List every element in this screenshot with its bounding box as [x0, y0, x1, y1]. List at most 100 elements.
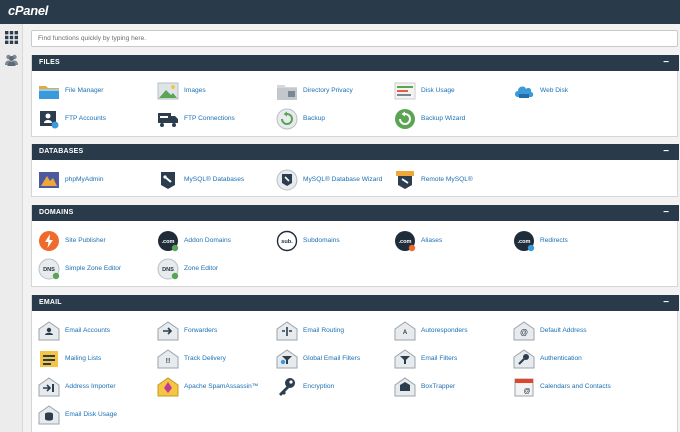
item-zone-editor[interactable]: DNS Zone Editor: [157, 258, 275, 280]
track-delivery-icon: !!: [157, 348, 179, 370]
ftp-user-icon: [38, 108, 60, 130]
item-label: Backup: [303, 115, 325, 122]
item-forwarders[interactable]: Forwarders: [157, 320, 275, 342]
item-addon-domains[interactable]: .com Addon Domains: [157, 230, 275, 252]
item-email-filters[interactable]: Email Filters: [394, 348, 512, 370]
item-email-disk-usage[interactable]: Email Disk Usage: [38, 404, 156, 426]
item-backup-wizard[interactable]: Backup Wizard: [394, 108, 512, 130]
sidebar: [0, 24, 23, 432]
item-phpmyadmin[interactable]: phpMyAdmin: [38, 169, 156, 191]
item-label: Images: [184, 87, 206, 94]
item-disk-usage[interactable]: Disk Usage: [394, 80, 512, 102]
section-title: DOMAINS: [39, 209, 74, 216]
item-label: Forwarders: [184, 327, 218, 334]
disk-usage-icon: [394, 80, 416, 102]
item-images[interactable]: Images: [157, 80, 275, 102]
section-header: DATABASES −: [32, 144, 679, 160]
item-address-importer[interactable]: Address Importer: [38, 376, 156, 398]
svg-text:!!: !!: [166, 358, 171, 365]
cpanel-logo[interactable]: cPanel: [8, 3, 48, 18]
item-label: FTP Connections: [184, 115, 235, 122]
item-aliases[interactable]: .com Aliases: [394, 230, 512, 252]
item-label: Email Disk Usage: [65, 411, 118, 418]
collapse-button[interactable]: −: [663, 146, 669, 158]
backup-wizard-icon: [394, 108, 416, 130]
cloud-icon: [513, 80, 535, 102]
item-autoresponders[interactable]: A Autoresponders: [394, 320, 512, 342]
item-label: Redirects: [540, 237, 568, 244]
dns-zone-icon: DNS: [157, 258, 179, 280]
item-label: File Manager: [65, 87, 104, 94]
item-email-routing[interactable]: Email Routing: [276, 320, 394, 342]
item-backup[interactable]: Backup: [276, 108, 394, 130]
item-encryption[interactable]: Encryption: [276, 376, 394, 398]
item-simple-zone-editor[interactable]: DNS Simple Zone Editor: [38, 258, 156, 280]
boxtrapper-icon: [394, 376, 416, 398]
encryption-key-icon: [276, 376, 298, 398]
item-remote-mysql[interactable]: Remote MySQL®: [394, 169, 512, 191]
grid-icon[interactable]: [4, 30, 19, 45]
section-email: EMAIL − Email Accounts Forwarders Email …: [31, 295, 679, 432]
item-web-disk[interactable]: Web Disk: [513, 80, 631, 102]
remote-mysql-icon: [394, 169, 416, 191]
item-label: Global Email Filters: [303, 355, 361, 362]
item-boxtrapper[interactable]: BoxTrapper: [394, 376, 512, 398]
item-site-publisher[interactable]: Site Publisher: [38, 230, 156, 252]
section-domains: DOMAINS − Site Publisher .com Addon Doma…: [31, 205, 679, 287]
item-track-delivery[interactable]: !! Track Delivery: [157, 348, 275, 370]
item-ftp-connections[interactable]: FTP Connections: [157, 108, 275, 130]
item-global-email-filters[interactable]: Global Email Filters: [276, 348, 394, 370]
item-label: Encryption: [303, 383, 335, 390]
email-filter-icon: [394, 348, 416, 370]
svg-text:DNS: DNS: [43, 267, 55, 273]
item-label: Address Importer: [65, 383, 116, 390]
search-input[interactable]: [31, 30, 678, 47]
collapse-button[interactable]: −: [663, 57, 669, 69]
item-label: Site Publisher: [65, 237, 106, 244]
item-directory-privacy[interactable]: Directory Privacy: [276, 80, 394, 102]
item-file-manager[interactable]: File Manager: [38, 80, 156, 102]
item-mysql-database-wizard[interactable]: MySQL® Database Wizard: [276, 169, 394, 191]
users-icon[interactable]: [4, 52, 19, 67]
item-label: BoxTrapper: [421, 383, 456, 390]
section-databases: DATABASES − phpMyAdmin MySQL® Databases …: [31, 144, 679, 197]
item-apache-spamassassin[interactable]: Apache SpamAssassin™: [157, 376, 275, 398]
subdomain-icon: sub.: [276, 230, 298, 252]
alias-icon: .com: [394, 230, 416, 252]
svg-text:.com: .com: [398, 239, 411, 245]
item-mysql-databases[interactable]: MySQL® Databases: [157, 169, 275, 191]
mailing-list-icon: [38, 348, 60, 370]
item-email-accounts[interactable]: Email Accounts: [38, 320, 156, 342]
section-header: FILES −: [32, 55, 679, 71]
collapse-button[interactable]: −: [663, 207, 669, 219]
spam-icon: [157, 376, 179, 398]
item-label: Email Filters: [421, 355, 458, 362]
forwarder-icon: [157, 320, 179, 342]
item-label: Track Delivery: [184, 355, 226, 362]
item-label: Addon Domains: [184, 237, 231, 244]
item-default-address[interactable]: @ Default Address: [513, 320, 631, 342]
redirect-icon: .com: [513, 230, 535, 252]
item-mailing-lists[interactable]: Mailing Lists: [38, 348, 156, 370]
item-ftp-accounts[interactable]: FTP Accounts: [38, 108, 156, 130]
item-calendars-and-contacts[interactable]: @ Calendars and Contacts: [513, 376, 631, 398]
item-label: Email Routing: [303, 327, 345, 334]
email-disk-icon: [38, 404, 60, 426]
folder-lock-icon: [276, 80, 298, 102]
collapse-button[interactable]: −: [663, 297, 669, 309]
item-label: Simple Zone Editor: [65, 265, 122, 272]
item-subdomains[interactable]: sub. Subdomains: [276, 230, 394, 252]
item-label: Authentication: [540, 355, 582, 362]
item-authentication[interactable]: Authentication: [513, 348, 631, 370]
item-label: Remote MySQL®: [421, 176, 473, 183]
svg-text:@: @: [524, 388, 531, 395]
backup-icon: [276, 108, 298, 130]
lightning-icon: [38, 230, 60, 252]
item-label: Default Address: [540, 327, 587, 334]
item-label: MySQL® Database Wizard: [303, 176, 383, 183]
item-redirects[interactable]: .com Redirects: [513, 230, 631, 252]
email-routing-icon: [276, 320, 298, 342]
global-filter-icon: [276, 348, 298, 370]
item-label: Web Disk: [540, 87, 569, 94]
item-label: Zone Editor: [184, 265, 219, 272]
